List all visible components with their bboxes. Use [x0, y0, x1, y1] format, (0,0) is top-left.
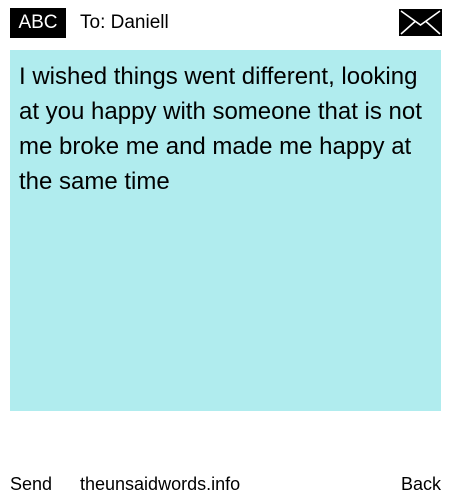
envelope-icon [399, 9, 442, 36]
site-link[interactable]: theunsaidwords.info [80, 470, 240, 498]
message-body: I wished things went different, looking … [10, 50, 441, 411]
softkey-bar: Send theunsaidwords.info Back [0, 470, 450, 498]
recipient-label: To: Daniell [80, 12, 169, 33]
message-text: I wished things went different, looking … [19, 63, 422, 195]
input-mode-badge: ABC [10, 8, 66, 38]
message-header: ABC To: Daniell [0, 0, 450, 44]
send-button[interactable]: Send [10, 470, 52, 498]
back-button[interactable]: Back [401, 470, 441, 498]
